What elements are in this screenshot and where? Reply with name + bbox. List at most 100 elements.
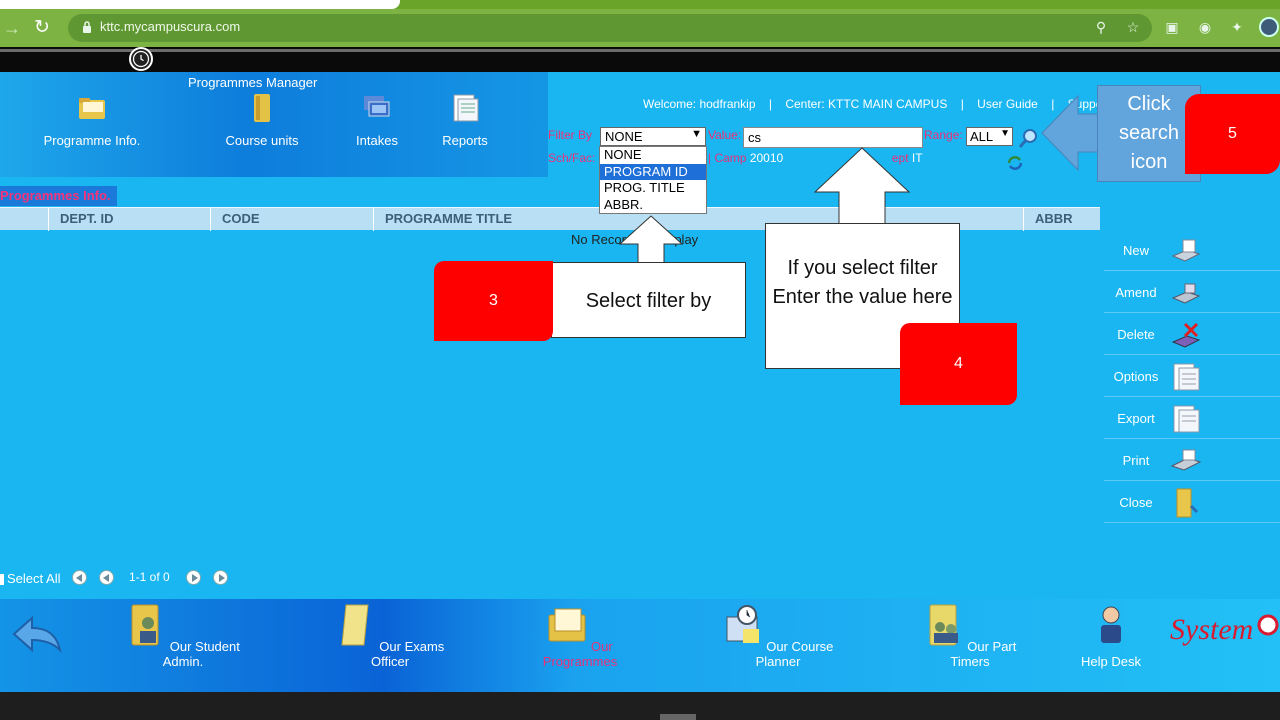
prev-page-icon[interactable] xyxy=(99,570,114,585)
system-logo: System xyxy=(1170,607,1280,649)
url-text[interactable]: kttc.mycampuscura.com xyxy=(100,19,240,34)
col-programme-title[interactable]: PROGRAMME TITLE xyxy=(385,211,512,226)
pager-range: 1-1 of 0 xyxy=(129,570,170,584)
export-button[interactable]: Export xyxy=(1104,398,1280,439)
col-code[interactable]: CODE xyxy=(222,211,260,226)
col-dept-id[interactable]: DEPT. ID xyxy=(60,211,113,226)
amend-icon xyxy=(1171,283,1201,304)
search-icon[interactable] xyxy=(1017,128,1039,150)
filter-by-select[interactable]: NONE ▼ xyxy=(600,127,706,146)
chevron-down-icon: ▼ xyxy=(1000,128,1010,139)
center-name: Center: KTTC MAIN CAMPUS xyxy=(785,97,948,111)
back-arrow-icon[interactable]: → xyxy=(3,18,21,38)
camp-value: 20010 xyxy=(749,151,784,165)
amend-button[interactable]: Amend xyxy=(1104,272,1280,313)
programmes-icon xyxy=(548,608,586,642)
col-abbr[interactable]: ABBR xyxy=(1035,211,1073,226)
new-record-icon xyxy=(1171,239,1201,262)
action-label: New xyxy=(1122,243,1149,258)
key-icon[interactable]: ⚲ xyxy=(1093,19,1109,35)
step4-text: If you select filter Enter the value her… xyxy=(772,257,953,308)
close-button[interactable]: Close xyxy=(1104,482,1280,523)
student-admin-icon xyxy=(131,604,159,646)
binder-icon xyxy=(254,94,270,122)
tab-search-icon[interactable]: ▣ xyxy=(1164,19,1180,35)
separator: | xyxy=(960,97,964,111)
last-page-icon[interactable] xyxy=(213,570,228,585)
dock-label: Our Course Planner xyxy=(755,639,834,669)
printer-icon xyxy=(1170,449,1202,471)
dropdown-option[interactable]: PROG. TITLE xyxy=(600,180,706,197)
browser-active-tab[interactable] xyxy=(0,0,400,9)
page-title: Programmes Manager xyxy=(188,75,318,90)
export-icon xyxy=(1173,405,1200,433)
left-arrow-callout-5 xyxy=(1041,94,1100,172)
nav-intakes[interactable]: Intakes xyxy=(350,92,404,148)
step3-badge: 3 xyxy=(434,261,553,341)
extensions-icon[interactable]: ✦ xyxy=(1229,19,1245,35)
intakes-icon xyxy=(364,96,390,117)
refresh-icon[interactable] xyxy=(1006,154,1024,172)
dock-label: Help Desk xyxy=(1081,654,1141,669)
dropdown-option[interactable]: NONE xyxy=(600,147,706,164)
welcome-user: Welcome: hodfrankip xyxy=(643,97,756,111)
sch-fac-label: Sch/Fac: xyxy=(548,151,596,165)
options-icon xyxy=(1173,363,1200,391)
nav-course-units[interactable]: Course units xyxy=(222,92,302,148)
clock-icon[interactable] xyxy=(129,47,153,71)
filter-value-input[interactable]: cs xyxy=(743,127,923,148)
dock-part-timers[interactable]: Our Part Timers xyxy=(920,603,1020,669)
nav-label: Programme Info. xyxy=(43,133,141,148)
exams-officer-icon xyxy=(341,604,369,646)
filter-by-dropdown[interactable]: NONE PROGRAM ID PROG. TITLE ABBR. xyxy=(599,146,707,214)
dropdown-option-selected[interactable]: PROGRAM ID xyxy=(600,163,706,180)
course-planner-icon xyxy=(726,605,759,643)
close-folder-icon xyxy=(1176,488,1199,518)
nav-programme-info[interactable]: Programme Info. xyxy=(40,92,144,148)
value-label: Value: xyxy=(708,128,742,142)
new-button[interactable]: New xyxy=(1104,230,1280,271)
action-label: Close xyxy=(1119,495,1153,510)
next-page-icon[interactable] xyxy=(186,570,201,585)
dock-course-planner[interactable]: Our Course Planner xyxy=(718,603,838,669)
action-label: Print xyxy=(1122,453,1150,468)
range-label: Range: xyxy=(924,128,963,142)
back-arrow-icon[interactable] xyxy=(10,614,64,654)
up-arrow-callout-3 xyxy=(618,215,684,264)
delete-button[interactable]: Delete xyxy=(1104,314,1280,355)
folder-icon xyxy=(79,98,105,119)
dock-help-desk[interactable]: Help Desk xyxy=(1078,603,1144,669)
dock-label: Our Student Admin. xyxy=(162,639,240,669)
step4-badge: 4 xyxy=(900,323,1017,405)
camp-label: | Camp xyxy=(708,151,747,165)
dock-label: Our Exams Officer xyxy=(370,639,445,669)
dock-student-admin[interactable]: Our Student Admin. xyxy=(120,603,246,669)
profile-avatar[interactable] xyxy=(1259,17,1279,37)
dropdown-option[interactable]: ABBR. xyxy=(600,197,706,214)
step5-text: Click search icon xyxy=(1118,93,1180,173)
print-button[interactable]: Print xyxy=(1104,440,1280,481)
part-timers-icon xyxy=(929,604,958,646)
star-icon[interactable]: ☆ xyxy=(1125,19,1141,35)
lock-icon xyxy=(83,21,91,33)
toolbar-strip xyxy=(0,47,1280,72)
help-desk-icon xyxy=(1101,606,1121,643)
user-guide-link[interactable]: User Guide xyxy=(977,97,1038,111)
options-button[interactable]: Options xyxy=(1104,356,1280,397)
dock-exams-officer[interactable]: Our Exams Officer xyxy=(334,603,446,669)
nav-reports[interactable]: Reports xyxy=(438,92,492,148)
filter-by-value: NONE xyxy=(605,129,643,144)
first-page-icon[interactable] xyxy=(72,570,87,585)
reload-icon[interactable]: ↻ xyxy=(34,16,54,38)
dock-programmes[interactable]: Our Programmes xyxy=(528,603,632,669)
reports-icon xyxy=(453,94,479,122)
separator: | xyxy=(768,97,772,111)
action-label: Options xyxy=(1113,369,1159,384)
select-all-checkbox[interactable]: Select All xyxy=(0,571,60,586)
action-label: Delete xyxy=(1117,327,1155,342)
select-all-label: Select All xyxy=(7,571,61,586)
camera-icon[interactable]: ◉ xyxy=(1197,19,1213,35)
up-arrow-callout-4 xyxy=(813,147,911,226)
range-value: ALL xyxy=(970,129,994,144)
range-select[interactable]: ALL ▼ xyxy=(966,127,1013,146)
